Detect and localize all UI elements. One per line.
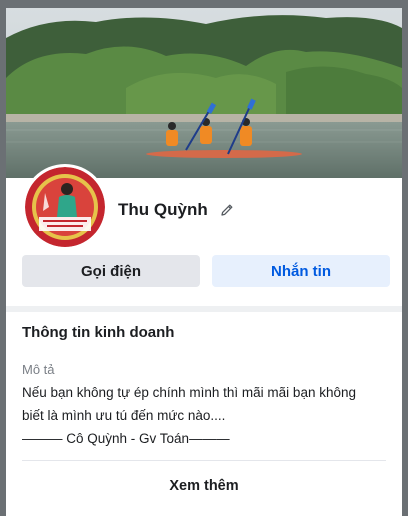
cover-photo[interactable] bbox=[6, 8, 402, 178]
call-button[interactable]: Gọi điện bbox=[22, 255, 200, 287]
avatar[interactable] bbox=[22, 164, 108, 250]
description-line: Nếu bạn không tự ép chính mình thì mãi m… bbox=[22, 385, 356, 400]
description-line: ——— Cô Quỳnh - Gv Toán——— bbox=[22, 431, 230, 446]
divider bbox=[22, 460, 386, 461]
avatar-photo bbox=[25, 167, 105, 247]
profile-name-row: Thu Quỳnh bbox=[118, 198, 236, 222]
description-label: Mô tả bbox=[22, 362, 55, 377]
profile-name: Thu Quỳnh bbox=[118, 200, 208, 219]
cover-lake-scene bbox=[6, 8, 402, 178]
pencil-edit-icon[interactable] bbox=[220, 202, 236, 218]
section-separator bbox=[6, 306, 402, 312]
message-button[interactable]: Nhắn tin bbox=[212, 255, 390, 287]
profile-panel: Thu Quỳnh Gọi điện Nhắn tin Thông tin ki… bbox=[6, 8, 402, 516]
see-more-button[interactable]: Xem thêm bbox=[6, 478, 402, 494]
description-line: biết là mình ưu tú đến mức nào.... bbox=[22, 408, 226, 423]
business-info-title: Thông tin kinh doanh bbox=[22, 324, 175, 341]
